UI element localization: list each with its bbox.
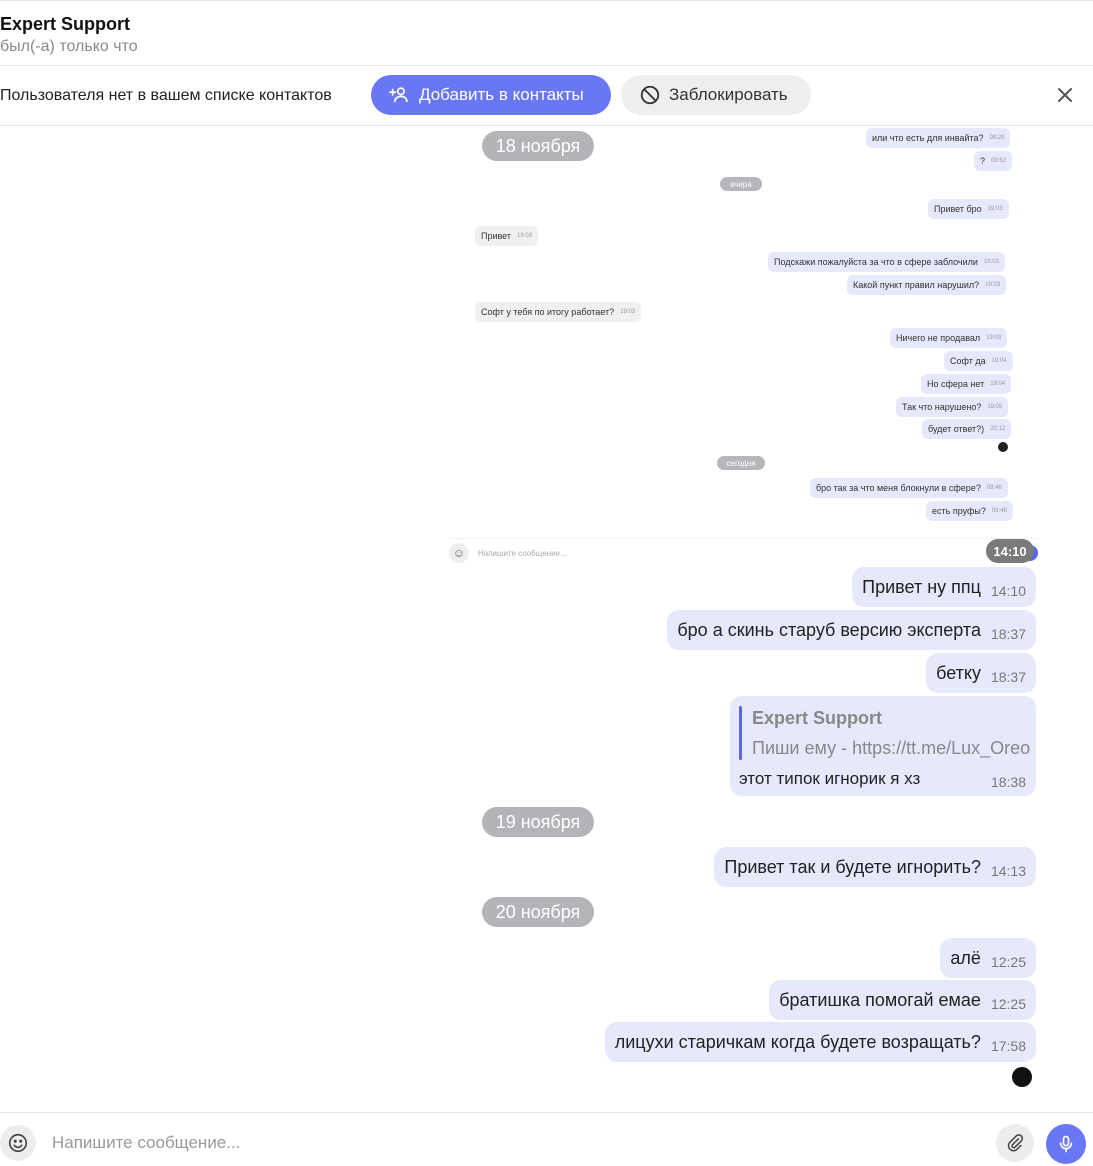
emoji-button[interactable] — [0, 1125, 36, 1161]
message-input[interactable] — [52, 1133, 952, 1153]
add-to-contacts-button[interactable]: Добавить в контакты — [371, 75, 611, 115]
date-separator: 20 ноября — [482, 897, 594, 927]
message-text: братишка помогай емае — [779, 989, 981, 1010]
message-bubble[interactable]: алё 12:25 — [940, 938, 1036, 978]
message-bubble[interactable]: бро а скинь старуб версию эксперта 18:37 — [667, 610, 1036, 650]
mini-message: Привет 19:03 — [475, 226, 539, 246]
mini-input-row: ☺ Напишите сообщение... 14:10 — [446, 538, 1038, 568]
not-in-contacts-notice: Пользователя нет в вашем списке контакто… — [0, 87, 332, 104]
microphone-icon — [1059, 1135, 1073, 1153]
mini-read-avatar — [998, 442, 1008, 452]
mini-message: Подскажи пожалуйста за что в сфере забло… — [768, 252, 1005, 272]
reply-quote-bar — [739, 706, 742, 760]
mini-time-overlay: 14:10 — [986, 539, 1034, 563]
message-bubble[interactable]: братишка помогай емае 12:25 — [769, 980, 1036, 1020]
mini-message: или что есть для инвайта? 09:28 — [866, 128, 1011, 148]
reply-author: Expert Support — [752, 708, 883, 728]
mini-message: Привет бро 19:03 — [928, 199, 1009, 219]
message-time: 17:58 — [990, 1038, 1026, 1054]
mini-message: Софт у тебя по итогу работает? 19:03 — [475, 302, 642, 322]
close-icon[interactable] — [1054, 84, 1076, 106]
message-time: 18:37 — [990, 669, 1026, 685]
block-button[interactable]: Заблокировать — [621, 75, 811, 115]
message-bubble[interactable]: лицухи старичкам когда будете возращать?… — [604, 1022, 1036, 1062]
mini-message: бро так за что меня блокнули в сфере? 09:… — [810, 478, 1008, 498]
mini-message: Так что нарушено? 19:05 — [896, 397, 1009, 417]
block-label: Заблокировать — [669, 85, 788, 104]
paperclip-icon — [1007, 1134, 1024, 1152]
mini-message: будет ответ?) 20:12 — [922, 419, 1012, 439]
smile-icon: ☺ — [449, 543, 469, 563]
person-plus-icon — [389, 87, 408, 103]
message-time: 12:25 — [990, 996, 1026, 1012]
block-icon — [640, 85, 660, 105]
message-time: 18:37 — [990, 626, 1026, 642]
message-text: бро а скинь старуб версию эксперта — [677, 619, 981, 640]
reply-message-bubble[interactable]: Expert Support Пиши ему - https://tt.me/… — [730, 696, 1036, 796]
mini-message: Софт да 19:04 — [944, 351, 1013, 371]
message-time: 14:10 — [990, 583, 1026, 599]
message-input-bar — [0, 1112, 1093, 1166]
mini-message: Но сфера нет 19:04 — [921, 374, 1012, 394]
message-text: алё — [950, 947, 981, 968]
voice-message-button[interactable] — [1046, 1124, 1086, 1164]
not-in-contacts-bar: Пользователя нет в вашем списке контакто… — [0, 66, 1093, 126]
message-bubble[interactable]: бетку 18:37 — [926, 653, 1036, 693]
mini-placeholder: Напишите сообщение... — [478, 549, 567, 558]
message-bubble[interactable]: Привет так и будете игнорить? 14:13 — [714, 847, 1036, 887]
attach-button[interactable] — [996, 1124, 1034, 1162]
mini-date-separator: сегодня — [717, 456, 765, 470]
message-text: лицухи старичкам когда будете возращать? — [614, 1031, 981, 1052]
read-receipt-avatar — [1012, 1067, 1032, 1087]
message-time: 18:38 — [990, 774, 1026, 790]
reply-quote-text[interactable]: Пиши ему - https://tt.me/Lux_Oreo — [752, 738, 1030, 759]
contact-name[interactable]: Expert Support — [0, 14, 130, 35]
message-text: Привет ну ппц — [862, 576, 981, 597]
message-text: бетку — [936, 662, 981, 683]
mini-message: ? 09:52 — [974, 151, 1013, 171]
message-text: Привет так и будете игнорить? — [724, 856, 981, 877]
contact-status: был(-а) только что — [0, 38, 138, 55]
date-separator: 19 ноября — [482, 807, 594, 837]
message-time: 14:13 — [990, 863, 1026, 879]
message-text: этот типок игнорик я хз — [739, 769, 921, 788]
date-separator: 18 ноября — [482, 131, 594, 161]
mini-message: Какой пункт правил нарушил? 19:03 — [847, 275, 1007, 295]
mini-message: есть пруфы? 09:46 — [926, 501, 1013, 521]
message-bubble[interactable]: Привет ну ппц 14:10 — [852, 567, 1036, 607]
message-time: 12:25 — [990, 954, 1026, 970]
chat-header: Expert Support был(-а) только что — [0, 0, 1093, 66]
add-to-contacts-label: Добавить в контакты — [419, 85, 584, 104]
smile-icon — [8, 1133, 28, 1153]
mini-date-separator: вчера — [720, 177, 762, 191]
mini-message: Ничего не продавал 19:03 — [890, 328, 1008, 348]
